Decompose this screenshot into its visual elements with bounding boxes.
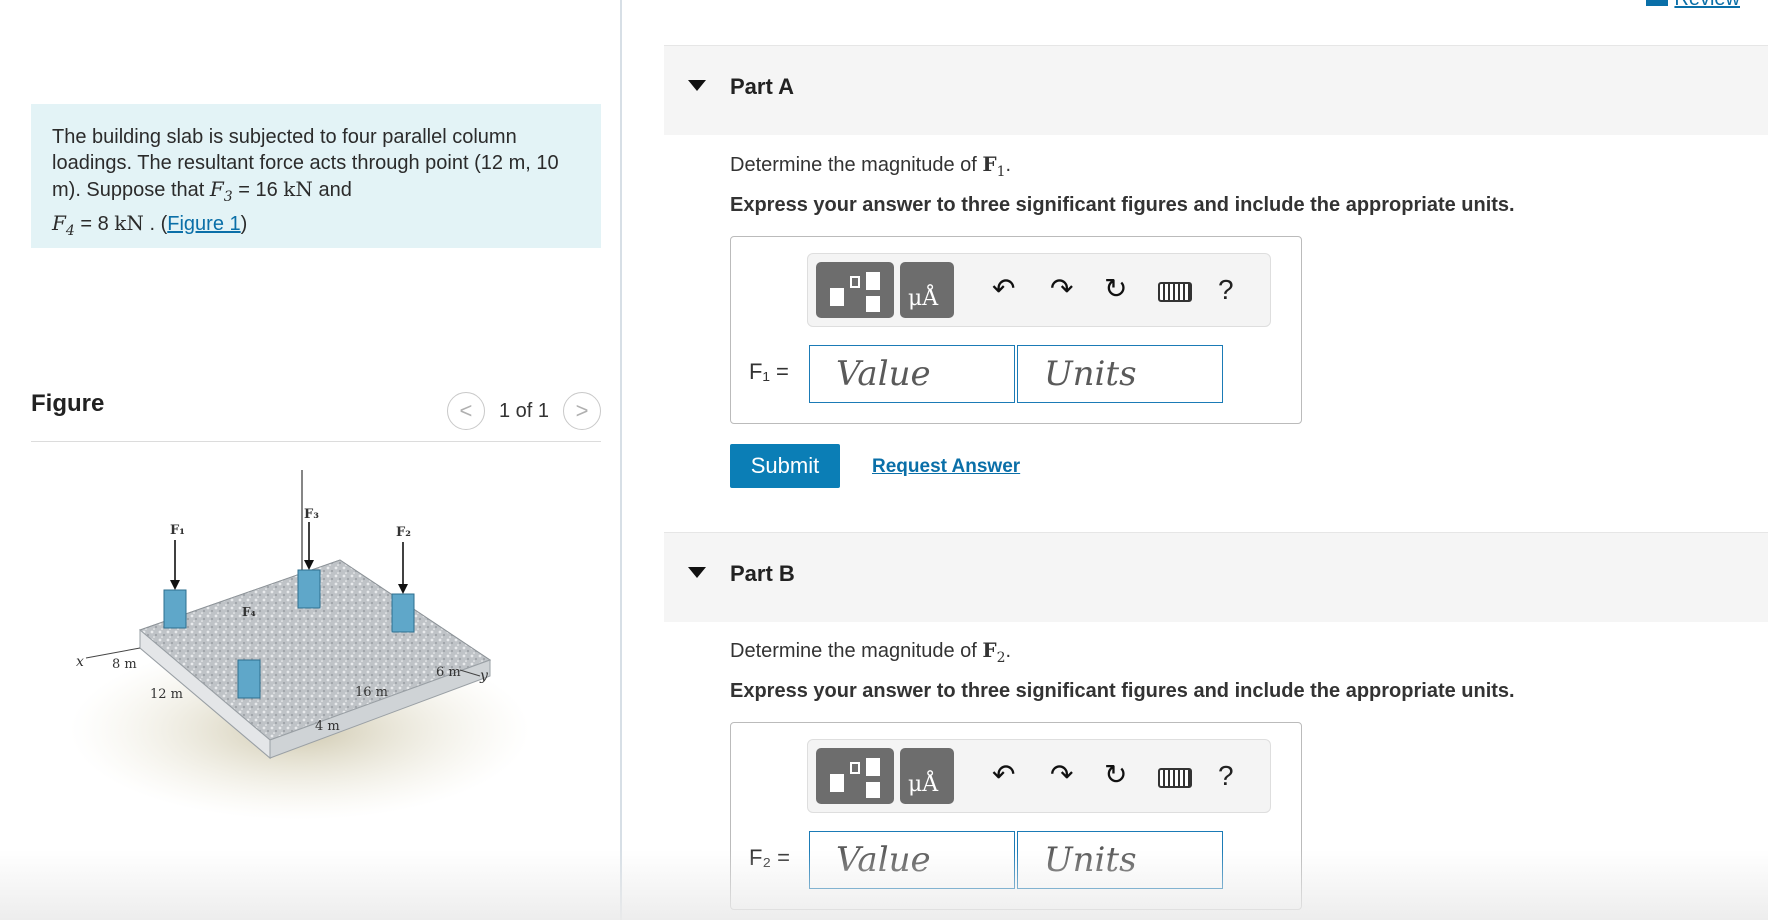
right-panel: Review Part A Determine the magnitude of… <box>622 0 1768 920</box>
dim-4m: 4 m <box>315 719 340 734</box>
f3-unit: kN <box>283 177 313 201</box>
figure-pager: < 1 of 1 > <box>446 392 601 430</box>
caret-down-icon[interactable] <box>688 567 706 578</box>
help-icon[interactable]: ? <box>1218 274 1234 306</box>
part-a-answer-box: μÅ ↶ ↷ ↻ ? F₁ = Value Units <box>730 236 1302 424</box>
submit-button[interactable]: Submit <box>730 444 840 488</box>
z-axis-label: z <box>297 470 306 474</box>
keyboard-icon[interactable] <box>1158 768 1192 788</box>
pager-count: 1 of 1 <box>498 399 549 422</box>
dim-12m: 12 m <box>150 687 183 702</box>
request-answer-link[interactable]: Request Answer <box>872 456 1020 478</box>
left-panel: The building slab is subjected to four p… <box>0 0 620 920</box>
prev-figure-button[interactable]: < <box>446 392 485 430</box>
f4-symbol: F4 <box>52 211 75 239</box>
undo-icon[interactable]: ↶ <box>992 274 1015 304</box>
column-f1: F₁ <box>163 523 187 629</box>
help-icon[interactable]: ? <box>1218 760 1234 792</box>
units-icon: μÅ <box>908 286 939 311</box>
math-toolbar: μÅ ↶ ↷ ↻ ? <box>807 253 1271 327</box>
redo-icon[interactable]: ↷ <box>1050 760 1073 790</box>
part-a-title: Part A <box>730 74 794 99</box>
f1-label: F₁ <box>170 523 185 538</box>
value-input[interactable]: Value <box>809 345 1015 403</box>
review-link[interactable]: Review <box>1674 0 1740 11</box>
part-b-question: Determine the magnitude of F2. <box>730 638 1012 666</box>
value-input[interactable]: Value <box>809 831 1015 889</box>
figure-title: Figure <box>31 390 105 417</box>
f3-label: F₃ <box>304 507 319 522</box>
f4-label: F₄ <box>242 605 256 619</box>
and-text: and <box>312 179 352 201</box>
problem-statement: The building slab is subjected to four p… <box>31 104 601 248</box>
part-b-header[interactable]: Part B <box>664 532 1768 622</box>
next-figure-button[interactable]: > <box>563 392 601 430</box>
reset-icon[interactable]: ↻ <box>1104 760 1127 790</box>
units-input[interactable]: Units <box>1017 831 1223 889</box>
template-icon <box>830 774 844 792</box>
reset-icon[interactable]: ↻ <box>1104 274 1127 304</box>
units-button[interactable]: μÅ <box>900 748 954 804</box>
keyboard-icon[interactable] <box>1158 282 1192 302</box>
templates-button[interactable] <box>816 262 894 318</box>
undo-icon[interactable]: ↶ <box>992 760 1015 790</box>
dim-8m: 8 m <box>112 657 137 672</box>
f4-unit: kN <box>114 211 144 235</box>
f4-equals: = 8 <box>74 213 115 235</box>
part-b-title: Part B <box>730 561 795 586</box>
column-f2: F₂ <box>391 525 415 633</box>
dim-6m: 6 m <box>436 665 461 680</box>
column-f3: F₃ <box>297 507 321 609</box>
units-button[interactable]: μÅ <box>900 262 954 318</box>
math-toolbar: μÅ ↶ ↷ ↻ ? <box>807 739 1271 813</box>
units-icon: μÅ <box>908 772 939 797</box>
chevron-left-icon: < <box>459 398 473 423</box>
template-icon <box>830 288 844 306</box>
f1-variable-label: F₁ = <box>749 359 789 384</box>
figure-link[interactable]: Figure 1 <box>167 213 240 235</box>
units-input[interactable]: Units <box>1017 345 1223 403</box>
templates-button[interactable] <box>816 748 894 804</box>
caret-down-icon[interactable] <box>688 80 706 91</box>
f2-variable-label: F₂ = <box>749 845 790 870</box>
dot-text: . ( <box>143 213 168 235</box>
figure-header: Figure < 1 of 1 > <box>31 386 601 442</box>
f3-symbol: F3 <box>209 177 233 205</box>
part-a-header[interactable]: Part A <box>664 45 1768 135</box>
part-a-instruction: Express your answer to three significant… <box>730 194 1515 216</box>
chevron-right-icon: > <box>575 398 589 423</box>
y-axis-label: y <box>479 668 489 684</box>
slab-diagram: z x y F₁ F₃ <box>70 458 530 820</box>
redo-icon[interactable]: ↷ <box>1050 274 1073 304</box>
x-axis-label: x <box>76 654 84 670</box>
close-paren: ) <box>240 213 248 235</box>
book-icon <box>1646 0 1668 6</box>
part-b-answer-box: μÅ ↶ ↷ ↻ ? F₂ = Value Units <box>730 722 1302 910</box>
f2-label: F₂ <box>396 525 411 540</box>
dim-16m: 16 m <box>355 685 388 700</box>
part-a-question: Determine the magnitude of F1. <box>730 152 1012 180</box>
figure-image: z x y F₁ F₃ <box>70 458 600 850</box>
part-b-instruction: Express your answer to three significant… <box>730 680 1515 702</box>
f3-equals: = 16 <box>232 179 284 201</box>
